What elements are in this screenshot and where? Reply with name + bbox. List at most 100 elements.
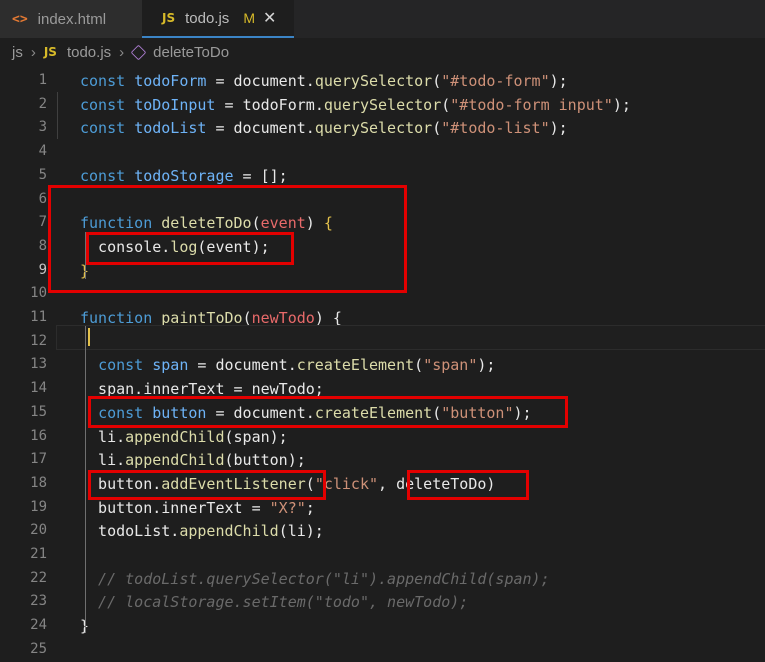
chevron-right-icon: › [119, 43, 125, 61]
indent-guide [57, 92, 58, 139]
code-text: // todoList.querySelector("li").appendCh… [80, 570, 550, 588]
line-number: 13 [30, 356, 47, 373]
code-line[interactable]: 25 [0, 639, 765, 662]
code-token: = document. [188, 356, 297, 375]
line-number: 19 [30, 498, 47, 515]
line-number: 6 [38, 190, 47, 207]
code-text: const toDoInput = todoForm.querySelector… [80, 96, 631, 114]
code-token: ( [414, 356, 424, 375]
code-token: = []; [233, 166, 288, 185]
code-text: li.appendChild(span); [80, 428, 288, 446]
close-icon[interactable]: ✕ [263, 8, 276, 28]
breadcrumb-folder[interactable]: js [12, 44, 23, 61]
code-line[interactable]: 21 [0, 544, 765, 568]
code-line[interactable]: 2 const toDoInput = todoForm.querySelecto… [0, 94, 765, 118]
line-number: 17 [30, 451, 47, 468]
code-token: li. [80, 451, 126, 470]
tab-index-html[interactable]: <> index.html [0, 0, 142, 38]
code-token: ); [477, 356, 496, 375]
code-token: . [314, 95, 324, 114]
code-line[interactable]: 3 const todoList = document.querySelector… [0, 117, 765, 141]
code-token: const [80, 166, 135, 185]
line-number: 10 [30, 285, 47, 302]
code-token: ); [612, 95, 631, 114]
code-token: = [206, 119, 234, 138]
code-line[interactable]: 24} [0, 615, 765, 639]
html-file-icon: <> [12, 11, 28, 27]
code-text: const todoForm = document.querySelector(… [80, 72, 568, 90]
breadcrumb: js › JS todo.js › deleteToDo [0, 40, 765, 64]
code-line[interactable]: 22 // todoList.querySelector("li").appen… [0, 568, 765, 592]
line-number: 7 [38, 214, 47, 231]
line-number: 9 [38, 261, 47, 278]
code-token: ( [432, 119, 442, 138]
code-editor[interactable]: 2524}23 // localStorage.setItem("todo", … [0, 66, 765, 657]
line-number: 8 [38, 237, 47, 254]
line-number: 14 [30, 380, 47, 397]
js-file-icon: JS [162, 11, 176, 25]
code-line[interactable]: 20 todoList.appendChild(li); [0, 520, 765, 544]
code-token: ; [305, 498, 315, 517]
tab-todo-js[interactable]: JS todo.js M ✕ [142, 0, 294, 38]
line-number: 23 [30, 593, 47, 610]
highlight-box-deletetodo-arg [407, 470, 529, 500]
code-token: ( [441, 95, 451, 114]
code-token: todoList. [80, 522, 180, 541]
chevron-right-icon: › [30, 43, 36, 61]
line-number: 24 [30, 617, 47, 634]
line-number: 3 [38, 119, 47, 136]
code-text: button.innerText = "X?"; [80, 499, 315, 517]
code-token: todoStorage [134, 166, 234, 185]
code-token: document [233, 72, 306, 90]
code-token: (button); [224, 451, 306, 470]
line-number: 18 [30, 474, 47, 491]
line-number: 25 [30, 640, 47, 657]
breadcrumb-file[interactable]: todo.js [67, 44, 111, 61]
code-text: li.appendChild(button); [80, 451, 306, 469]
line-number: 16 [30, 427, 47, 444]
code-text: const todoList = document.querySelector(… [80, 119, 568, 137]
code-token: appendChild [179, 522, 279, 541]
code-line[interactable]: 19 button.innerText = "X?"; [0, 497, 765, 521]
code-token: (span); [224, 427, 288, 446]
code-token: // localStorage.setItem("todo", newTodo)… [80, 593, 469, 612]
code-token: span [152, 356, 189, 375]
code-token: "#todo-form input" [450, 95, 613, 114]
text-cursor [88, 328, 90, 346]
line-number: 5 [38, 166, 47, 183]
line-number: 11 [30, 309, 47, 325]
code-token: "#todo-form" [441, 72, 550, 90]
code-token: querySelector [314, 119, 433, 138]
line-number: 2 [38, 95, 47, 112]
js-file-icon: JS [43, 45, 57, 59]
code-line[interactable]: 4 [0, 141, 765, 165]
code-token: "#todo-list" [441, 119, 550, 138]
line-number: 20 [30, 522, 47, 539]
current-line-highlight [56, 325, 765, 350]
tab-label: todo.js [185, 9, 230, 27]
code-token: todoForm [242, 95, 315, 114]
code-token: "span" [423, 356, 478, 375]
code-token: document [233, 119, 306, 138]
code-token: querySelector [323, 95, 442, 114]
code-text: const todoStorage = []; [80, 167, 288, 185]
code-line[interactable]: 1 const todoForm = document.querySelector… [0, 70, 765, 94]
line-number: 12 [30, 332, 47, 349]
modified-indicator: M [243, 10, 255, 26]
code-text: const span = document.createElement("spa… [80, 356, 495, 374]
code-text: // localStorage.setItem("todo", newTodo)… [80, 593, 468, 611]
breadcrumb-symbol[interactable]: deleteToDo [153, 44, 229, 61]
code-token: li. [80, 427, 126, 446]
code-token: (li); [278, 522, 324, 541]
code-token: const [98, 356, 153, 375]
code-token: button.innerText = [80, 498, 270, 517]
code-line[interactable]: 23 // localStorage.setItem("todo", newTo… [0, 591, 765, 615]
highlight-box-console-log [86, 232, 294, 265]
code-token: appendChild [125, 451, 225, 470]
tab-label: index.html [37, 10, 107, 28]
code-token: ( [432, 72, 442, 90]
code-text: todoList.appendChild(li); [80, 522, 324, 540]
code-line[interactable]: 13 const span = document.createElement("… [0, 354, 765, 378]
code-line[interactable]: 16 li.appendChild(span); [0, 426, 765, 450]
